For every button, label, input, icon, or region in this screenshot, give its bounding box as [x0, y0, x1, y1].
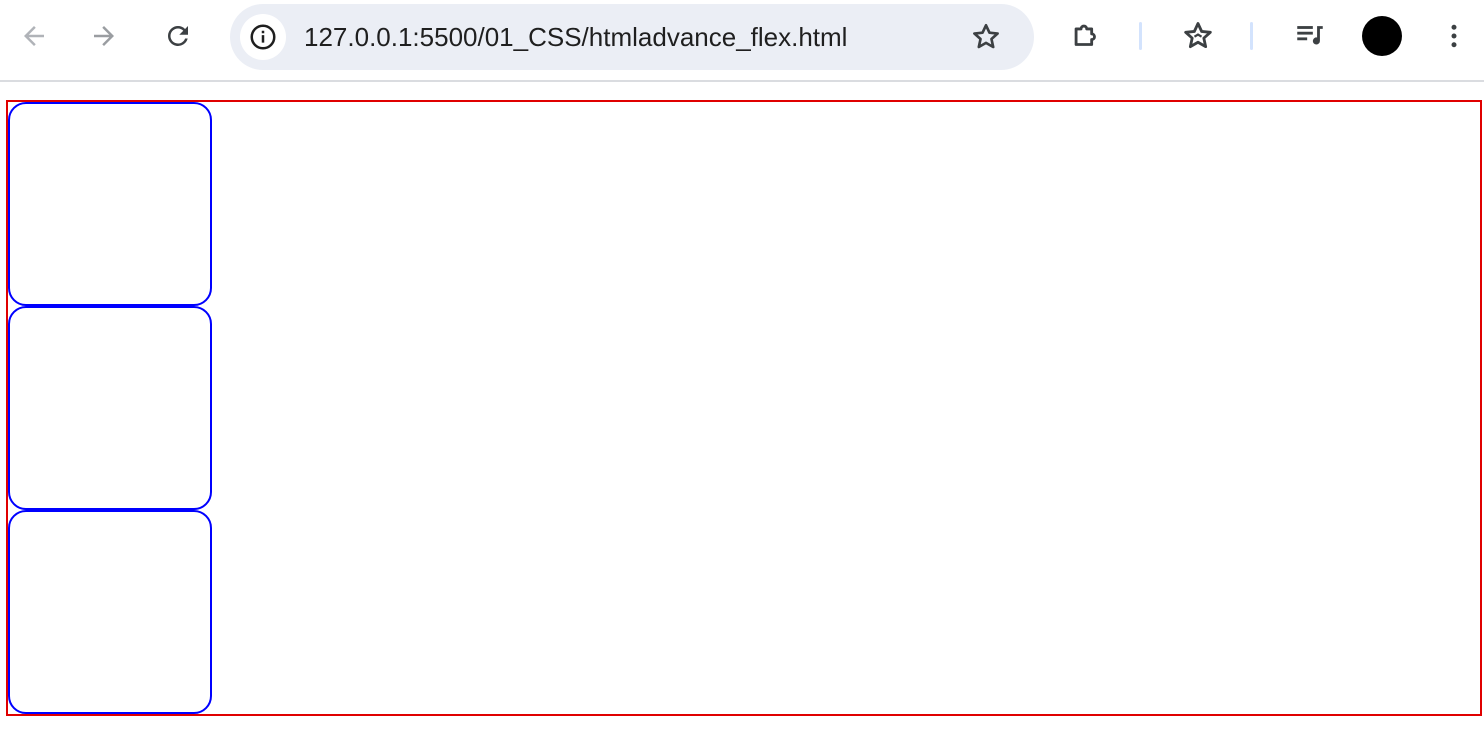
forward-button[interactable]: [82, 14, 126, 58]
page-viewport: [0, 82, 1484, 752]
avatar[interactable]: [1362, 16, 1402, 56]
flex-container: [6, 100, 1482, 716]
kebab-menu-icon: [1451, 24, 1457, 48]
extensions-button[interactable]: [1064, 14, 1108, 58]
toolbar-separator: [1250, 22, 1253, 50]
star-list-icon: [1184, 22, 1212, 49]
back-button[interactable]: [12, 14, 56, 58]
toolbar-separator: [1139, 22, 1142, 50]
reading-list-button[interactable]: [1176, 14, 1220, 58]
browser-toolbar: 127.0.0.1:5500/01_CSS/htmladvance_flex.h…: [0, 0, 1484, 82]
address-bar[interactable]: 127.0.0.1:5500/01_CSS/htmladvance_flex.h…: [230, 4, 1034, 70]
url-text[interactable]: 127.0.0.1:5500/01_CSS/htmladvance_flex.h…: [304, 21, 847, 53]
flex-item: [8, 306, 212, 510]
flex-item: [8, 510, 212, 714]
media-controls-button[interactable]: [1288, 14, 1332, 58]
puzzle-icon: [1074, 24, 1096, 46]
playlist-icon: [1297, 26, 1323, 45]
flex-item: [8, 102, 212, 306]
star-icon: [973, 23, 999, 49]
site-info-button[interactable]: [240, 14, 286, 60]
arrow-left-icon: [24, 26, 44, 46]
arrow-right-icon: [94, 26, 114, 46]
info-icon: [250, 24, 276, 50]
browser-menu-button[interactable]: [1432, 14, 1476, 58]
reload-button[interactable]: [156, 14, 200, 58]
bookmark-button[interactable]: [964, 15, 1008, 59]
reload-icon: [168, 26, 188, 46]
